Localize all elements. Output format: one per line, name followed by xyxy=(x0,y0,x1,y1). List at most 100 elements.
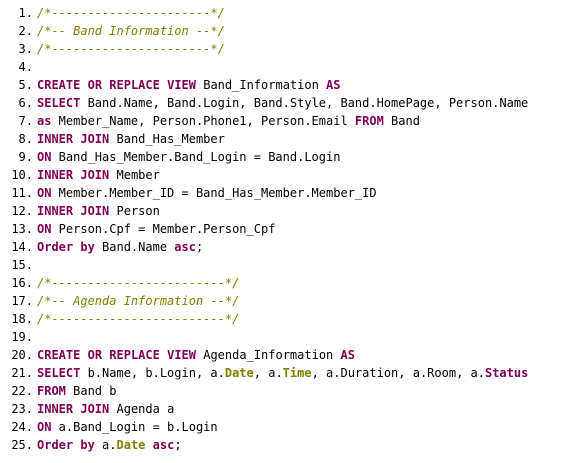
code-line: 20. CREATE OR REPLACE VIEW Agenda_Informa… xyxy=(0,346,576,364)
line-code: as Member_Name, Person.Phone1, Person.Em… xyxy=(33,112,420,130)
code-line: 14. Order by Band.Name asc; xyxy=(0,238,576,256)
line-code: CREATE OR REPLACE VIEW Agenda_Informatio… xyxy=(33,346,355,364)
sql-text: ; xyxy=(195,240,204,254)
sql-text: a. xyxy=(94,438,117,452)
sql-builtin: Date xyxy=(116,438,146,452)
code-line: 22. FROM Band b xyxy=(0,382,576,400)
sql-text: Agenda a xyxy=(109,402,175,416)
sql-keyword: INNER xyxy=(37,204,74,218)
sql-text: Band b xyxy=(65,384,117,398)
line-number: 2. xyxy=(18,24,33,38)
code-line: 12. INNER JOIN Person xyxy=(0,202,576,220)
code-line: 5. CREATE OR REPLACE VIEW Band_Informatio… xyxy=(0,76,576,94)
sql-keyword: JOIN xyxy=(80,402,110,416)
sql-keyword: VIEW xyxy=(167,348,196,362)
line-number: 25. xyxy=(11,438,33,452)
line-code: CREATE OR REPLACE VIEW Band_Information … xyxy=(33,76,341,94)
sql-comment: /*----------------------*/ xyxy=(37,42,225,56)
line-code: /*-- Agenda Information --*/ xyxy=(33,292,239,310)
sql-keyword: as xyxy=(37,114,52,128)
code-line: 15. xyxy=(0,256,576,274)
line-number: 20. xyxy=(11,348,33,362)
sql-keyword: INNER xyxy=(37,168,74,182)
line-number: 3. xyxy=(18,42,33,56)
line-number: 24. xyxy=(11,420,33,434)
sql-keyword: OR xyxy=(87,348,103,362)
sql-keyword: Order xyxy=(37,438,74,452)
line-code: ON Band_Has_Member.Band_Login = Band.Log… xyxy=(33,148,340,166)
sql-keyword: ON xyxy=(37,186,52,200)
sql-text: ; xyxy=(174,438,182,452)
sql-keyword: REPLACE xyxy=(109,348,160,362)
sql-keyword: Order xyxy=(37,240,74,254)
line-number: 17. xyxy=(11,294,33,308)
sql-text: Band_Information xyxy=(196,78,327,92)
sql-comment: /*------------------------*/ xyxy=(37,312,240,326)
code-line: 25. Order by a.Date asc; xyxy=(0,436,576,454)
sql-text: Band_Has_Member.Band_Login = Band.Login xyxy=(51,150,341,164)
sql-text: Band.Name, Band.Login, Band.Style, Band.… xyxy=(80,96,529,110)
sql-keyword: JOIN xyxy=(80,132,110,146)
line-number: 9. xyxy=(18,150,33,164)
code-line: 11. ON Member.Member_ID = Band_Has_Member… xyxy=(0,184,576,202)
line-code: ON Person.Cpf = Member.Person_Cpf xyxy=(33,220,275,238)
line-code: /*------------------------*/ xyxy=(33,310,239,328)
code-line: 23. INNER JOIN Agenda a xyxy=(0,400,576,418)
sql-text: Member_Name, Person.Phone1, Person.Email xyxy=(51,114,355,128)
line-number: 12. xyxy=(11,204,33,218)
sql-comment: /*-- Band Information --*/ xyxy=(37,24,225,38)
sql-keyword: Status xyxy=(484,366,529,380)
sql-text: Member xyxy=(109,168,160,182)
line-number: 16. xyxy=(11,276,33,290)
sql-text: , a.Duration, a.Room, a. xyxy=(311,366,485,380)
code-line: 21. SELECT b.Name, b.Login, a.Date, a.Tim… xyxy=(0,364,576,382)
code-line: 6. SELECT Band.Name, Band.Login, Band.Sty… xyxy=(0,94,576,112)
line-number: 22. xyxy=(11,384,33,398)
line-number: 1. xyxy=(18,6,33,20)
line-number: 18. xyxy=(11,312,33,326)
sql-text: Person.Cpf = Member.Person_Cpf xyxy=(51,222,276,236)
code-line: 9. ON Band_Has_Member.Band_Login = Band.L… xyxy=(0,148,576,166)
line-code: ON Member.Member_ID = Band_Has_Member.Me… xyxy=(33,184,377,202)
sql-keyword: AS xyxy=(326,78,341,92)
sql-keyword: SELECT xyxy=(37,366,81,380)
code-line: 7. as Member_Name, Person.Phone1, Person.… xyxy=(0,112,576,130)
sql-text: Band xyxy=(383,114,420,128)
code-line: 8. INNER JOIN Band_Has_Member xyxy=(0,130,576,148)
code-line: 2. /*-- Band Information --*/ xyxy=(0,22,576,40)
line-code: SELECT b.Name, b.Login, a.Date, a.Time, … xyxy=(33,364,528,382)
code-line: 13. ON Person.Cpf = Member.Person_Cpf xyxy=(0,220,576,238)
sql-text: Band.Name xyxy=(94,240,175,254)
sql-keyword: asc xyxy=(174,240,196,254)
line-code: SELECT Band.Name, Band.Login, Band.Style… xyxy=(33,94,528,112)
sql-builtin: Date xyxy=(224,366,254,380)
line-code: /*------------------------*/ xyxy=(33,274,239,292)
code-line: 16. /*------------------------*/ xyxy=(0,274,576,292)
code-line: 1. /*----------------------*/ xyxy=(0,4,576,22)
sql-text: b.Name, b.Login, a. xyxy=(80,366,225,380)
line-code: /*----------------------*/ xyxy=(33,40,225,58)
line-number: 13. xyxy=(11,222,33,236)
sql-keyword: SELECT xyxy=(37,96,81,110)
sql-keyword: ON xyxy=(37,420,52,434)
line-code: ON a.Band_Login = b.Login xyxy=(33,418,218,436)
line-number: 6. xyxy=(18,96,33,110)
sql-keyword: ON xyxy=(37,150,52,164)
line-code: INNER JOIN Agenda a xyxy=(33,400,174,418)
line-code: /*-- Band Information --*/ xyxy=(33,22,225,40)
sql-keyword: CREATE xyxy=(37,78,81,92)
line-code: FROM Band b xyxy=(33,382,116,400)
sql-keyword: OR xyxy=(87,78,103,92)
line-number: 23. xyxy=(11,402,33,416)
sql-keyword: JOIN xyxy=(80,168,110,182)
line-number: 19. xyxy=(11,330,33,344)
sql-keyword: INNER xyxy=(37,132,74,146)
line-code: INNER JOIN Band_Has_Member xyxy=(33,130,225,148)
